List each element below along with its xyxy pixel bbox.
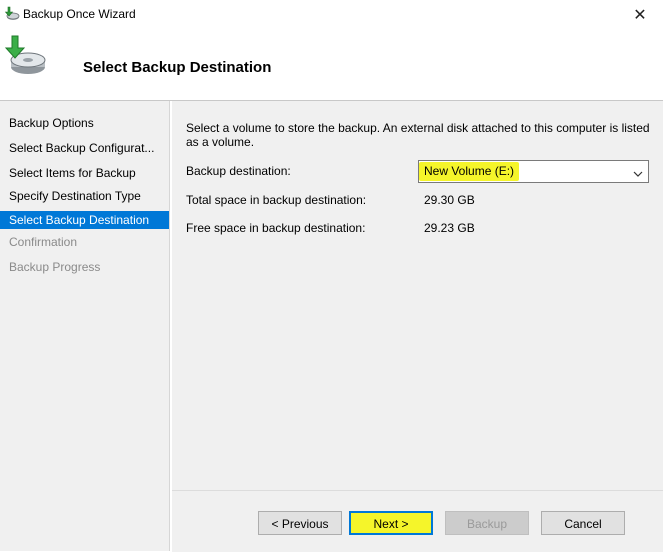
total-space-label: Total space in backup destination: xyxy=(186,193,367,207)
close-button[interactable]: ✕ xyxy=(617,0,663,30)
step-backup-progress: Backup Progress xyxy=(9,260,101,274)
next-button[interactable]: Next > xyxy=(349,511,433,535)
backup-app-icon xyxy=(4,6,20,22)
step-select-backup-destination[interactable]: Select Backup Destination xyxy=(0,211,169,229)
free-space-value: 29.23 GB xyxy=(424,221,475,235)
backup-disk-icon xyxy=(2,34,48,80)
chevron-down-icon[interactable] xyxy=(633,167,643,177)
main-panel: Select a volume to store the backup. An … xyxy=(172,101,663,490)
title-bar: Backup Once Wizard ✕ xyxy=(0,0,663,30)
step-backup-options[interactable]: Backup Options xyxy=(0,114,169,132)
step-select-items-for-backup[interactable]: Select Items for Backup xyxy=(0,164,169,182)
step-select-backup-configuration[interactable]: Select Backup Configurat... xyxy=(0,139,169,157)
step-specify-destination-type[interactable]: Specify Destination Type xyxy=(0,187,169,205)
cancel-button[interactable]: Cancel xyxy=(541,511,625,535)
page-title: Select Backup Destination xyxy=(83,59,272,76)
wizard-steps-sidebar: Backup Options Select Backup Configurat.… xyxy=(0,101,170,551)
previous-button[interactable]: < Previous xyxy=(258,511,342,535)
window-title: Backup Once Wizard xyxy=(23,7,136,21)
backup-button: Backup xyxy=(445,511,529,535)
destination-selected-value: New Volume (E:) xyxy=(419,162,520,181)
step-confirmation: Confirmation xyxy=(9,235,78,249)
wizard-footer: < Previous Next > Backup Cancel xyxy=(172,490,663,552)
destination-label: Backup destination: xyxy=(186,164,291,178)
instruction-text: Select a volume to store the backup. An … xyxy=(186,121,650,149)
free-space-label: Free space in backup destination: xyxy=(186,221,366,235)
backup-destination-dropdown[interactable]: New Volume (E:) xyxy=(418,160,649,183)
wizard-header: Select Backup Destination xyxy=(0,30,663,101)
total-space-value: 29.30 GB xyxy=(424,193,475,207)
